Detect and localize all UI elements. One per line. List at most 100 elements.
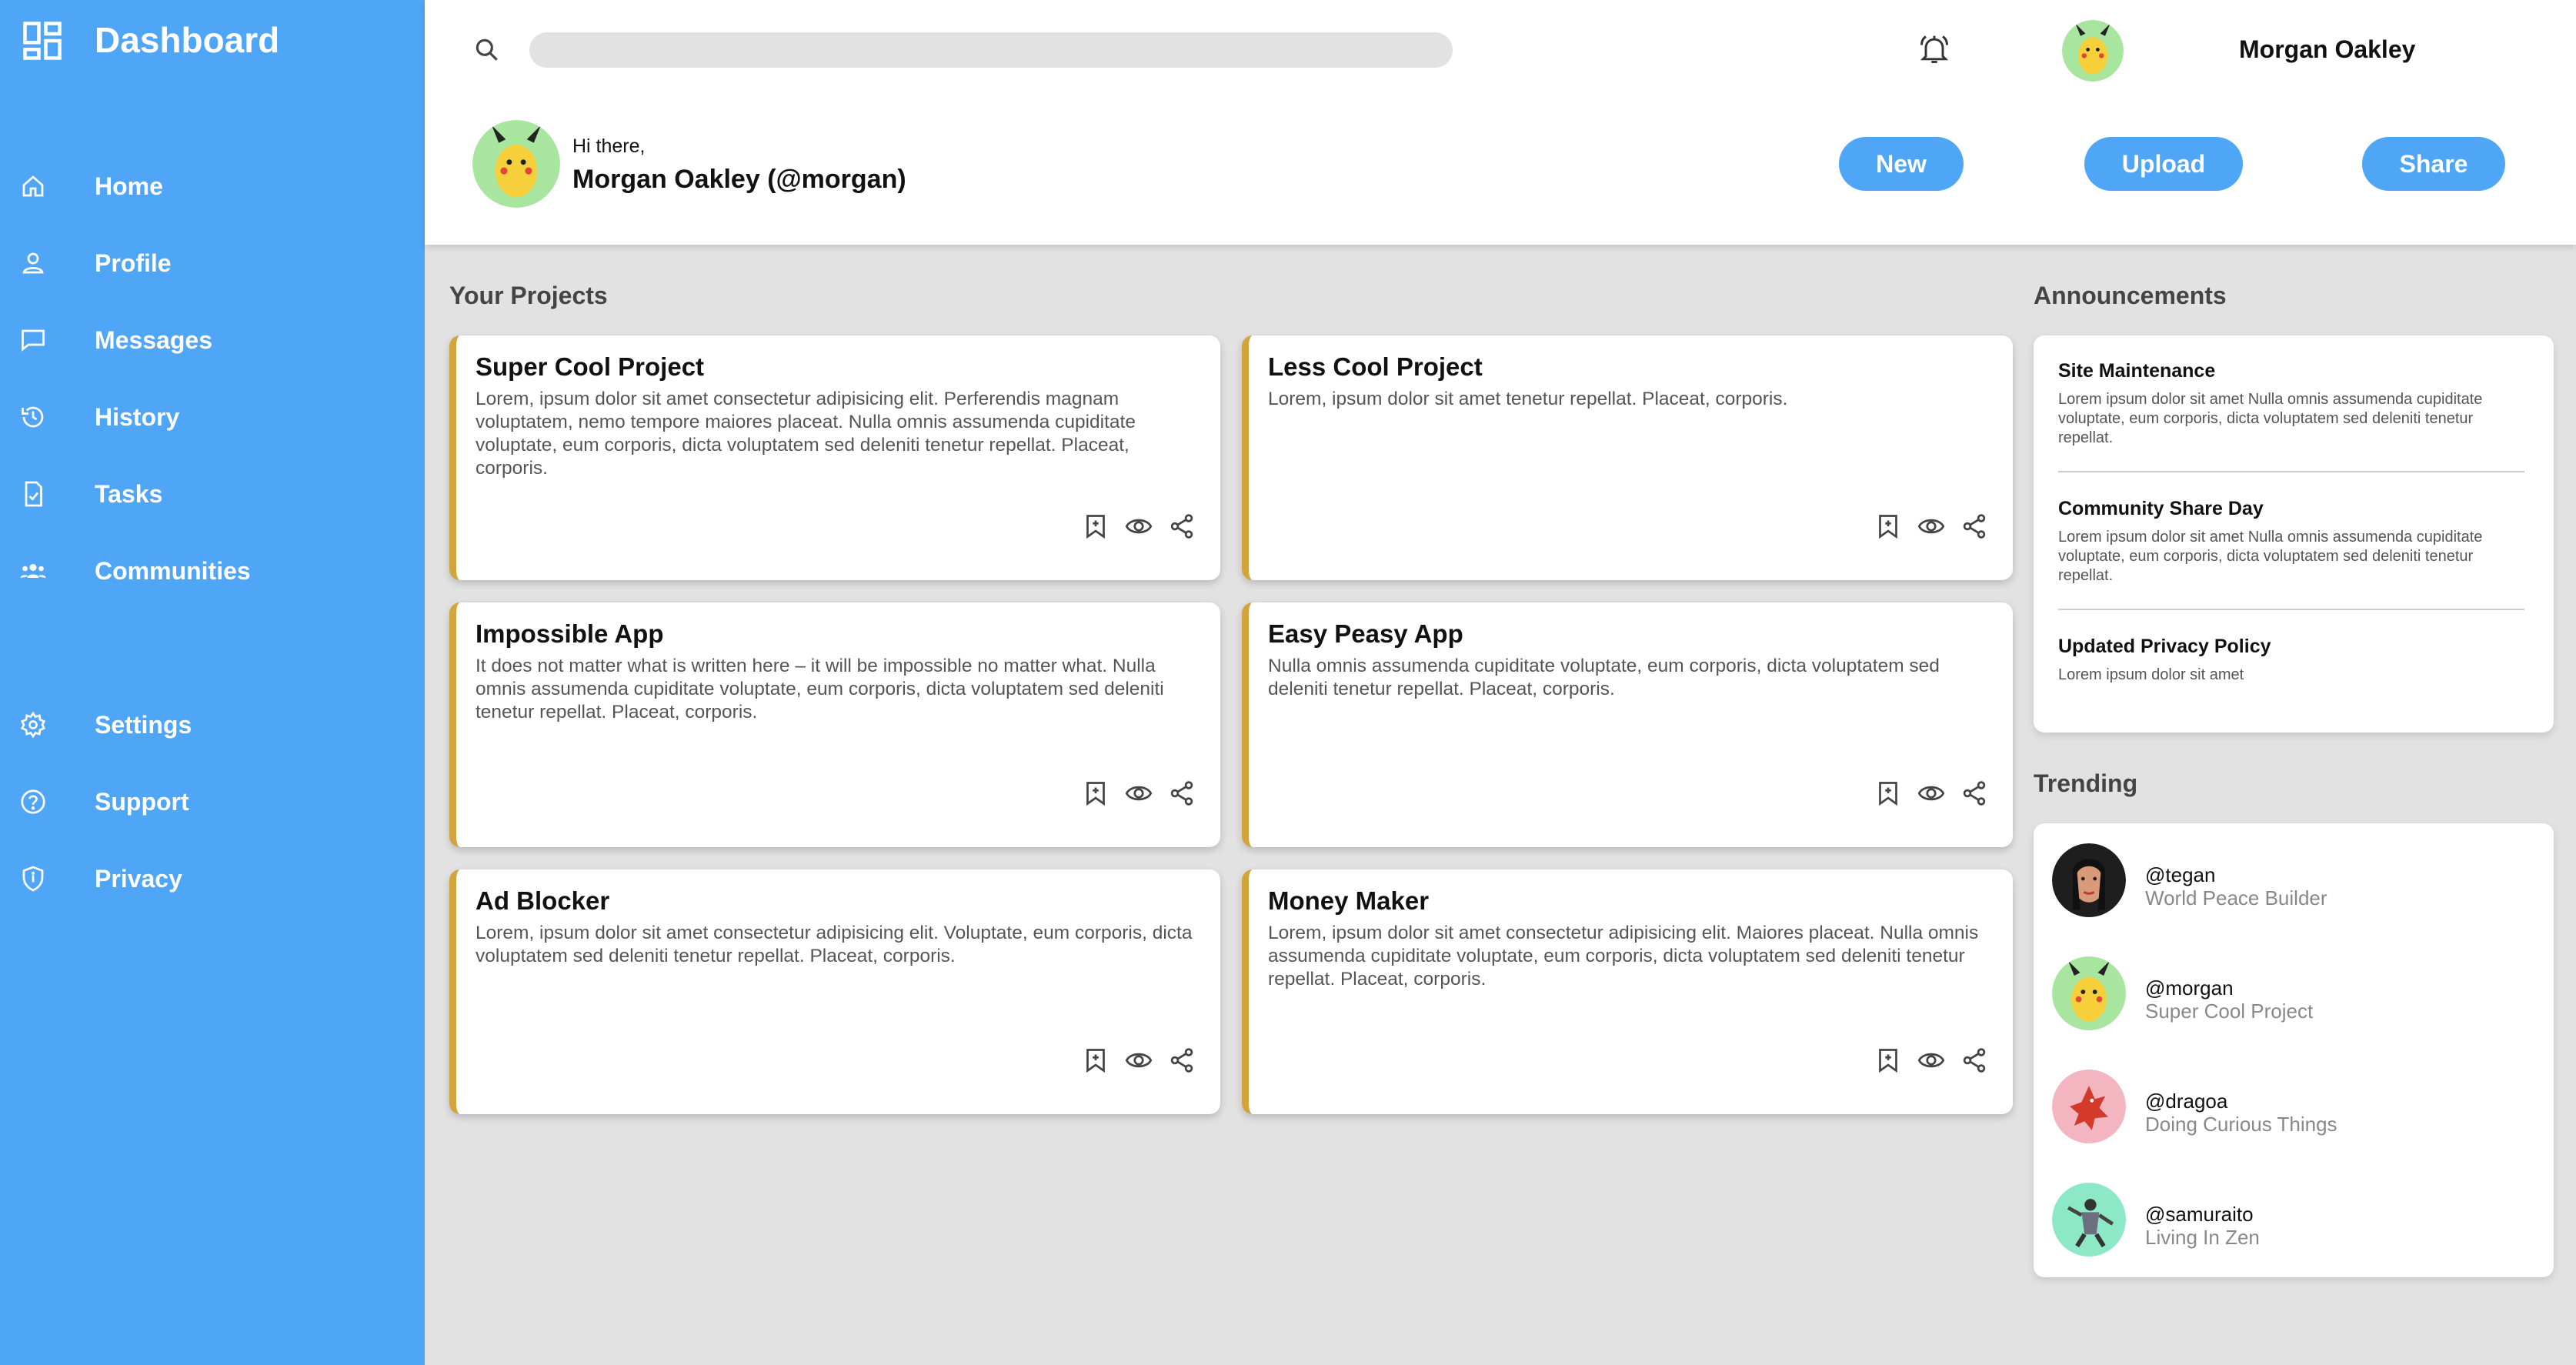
avatar xyxy=(2052,843,2126,917)
new-button[interactable]: New xyxy=(1839,137,1964,191)
bookmark-icon[interactable] xyxy=(1874,512,1902,540)
trending-handle: @samuraito xyxy=(2145,1203,2254,1226)
project-card[interactable]: Easy Peasy App Nulla omnis assumenda cup… xyxy=(1242,602,2013,847)
project-card[interactable]: Money Maker Lorem, ipsum dolor sit amet … xyxy=(1242,869,2013,1114)
trending-item[interactable]: @morgan Super Cool Project xyxy=(2052,953,2537,1030)
dashboard-icon xyxy=(23,22,62,60)
share-icon[interactable] xyxy=(1168,779,1196,807)
sidebar-item-communities[interactable]: Communities xyxy=(0,540,425,602)
eye-icon[interactable] xyxy=(1125,512,1153,540)
bookmark-icon[interactable] xyxy=(1082,779,1109,807)
profile-icon xyxy=(17,247,49,279)
announcement-item[interactable]: Updated Privacy Policy Lorem ipsum dolor… xyxy=(2058,636,2524,685)
trending-item[interactable]: @dragoa Doing Curious Things xyxy=(2052,1066,2537,1143)
bookmark-icon[interactable] xyxy=(1874,779,1902,807)
sidebar-item-label: Home xyxy=(95,172,163,200)
project-card[interactable]: Super Cool Project Lorem, ipsum dolor si… xyxy=(449,335,1220,580)
upload-button[interactable]: Upload xyxy=(2084,137,2243,191)
sidebar-item-messages[interactable]: Messages xyxy=(0,309,425,371)
project-description: Nulla omnis assumenda cupiditate volupta… xyxy=(1268,656,1940,699)
announcement-text: Lorem ipsum dolor sit amet xyxy=(2058,666,2244,683)
eye-icon[interactable] xyxy=(1917,1046,1945,1074)
announcement-item[interactable]: Site Maintenance Lorem ipsum dolor sit a… xyxy=(2058,360,2524,448)
project-description: Lorem, ipsum dolor sit amet consectetur … xyxy=(1268,923,1979,990)
sidebar-item-label: Privacy xyxy=(95,864,182,893)
trending-handle: @morgan xyxy=(2145,976,2234,1000)
trending-item[interactable]: @tegan World Peace Builder xyxy=(2052,840,2537,917)
search-input[interactable] xyxy=(529,32,1453,68)
eye-icon[interactable] xyxy=(1125,1046,1153,1074)
divider xyxy=(2058,471,2524,472)
trending-item[interactable]: @samuraito Living In Zen xyxy=(2052,1180,2537,1257)
divider xyxy=(2058,609,2524,610)
project-card[interactable]: Impossible App It does not matter what i… xyxy=(449,602,1220,847)
trending-subtitle: Doing Curious Things xyxy=(2145,1113,2337,1136)
trending-handle: @dragoa xyxy=(2145,1090,2228,1113)
bookmark-icon[interactable] xyxy=(1082,512,1109,540)
eye-icon[interactable] xyxy=(1125,779,1153,807)
project-description: Lorem, ipsum dolor sit amet tenetur repe… xyxy=(1268,389,1788,409)
shield-icon xyxy=(17,863,49,895)
announcements-panel: Site Maintenance Lorem ipsum dolor sit a… xyxy=(2034,335,2554,733)
brand[interactable]: Dashboard xyxy=(22,20,279,62)
announcement-title: Site Maintenance xyxy=(2058,360,2216,382)
project-title: Impossible App xyxy=(475,619,664,648)
share-icon[interactable] xyxy=(1960,779,1988,807)
sidebar-item-support[interactable]: Support xyxy=(0,771,425,833)
sidebar-item-settings[interactable]: Settings xyxy=(0,694,425,756)
share-button[interactable]: Share xyxy=(2362,137,2505,191)
share-icon[interactable] xyxy=(1168,1046,1196,1074)
trending-subtitle: Living In Zen xyxy=(2145,1226,2260,1249)
eye-icon[interactable] xyxy=(1917,779,1945,807)
project-title: Super Cool Project xyxy=(475,352,705,381)
sidebar-item-label: History xyxy=(95,402,180,431)
sidebar-item-history[interactable]: History xyxy=(0,386,425,448)
home-icon xyxy=(17,170,49,202)
help-icon xyxy=(17,786,49,818)
eye-icon[interactable] xyxy=(1917,512,1945,540)
project-actions xyxy=(1874,779,1988,807)
app-title: Dashboard xyxy=(95,20,280,60)
announcement-text: Lorem ipsum dolor sit amet Nulla omnis a… xyxy=(2058,391,2483,446)
user-avatar[interactable] xyxy=(2062,20,2124,82)
project-card[interactable]: Ad Blocker Lorem, ipsum dolor sit amet c… xyxy=(449,869,1220,1114)
communities-icon xyxy=(17,555,49,587)
sidebar-item-label: Profile xyxy=(95,249,172,277)
avatar xyxy=(2052,1070,2126,1143)
project-actions xyxy=(1874,1046,1988,1074)
sidebar-item-privacy[interactable]: Privacy xyxy=(0,848,425,909)
share-icon[interactable] xyxy=(1168,512,1196,540)
share-icon[interactable] xyxy=(1960,512,1988,540)
trending-title: Trending xyxy=(2034,769,2138,797)
bookmark-icon[interactable] xyxy=(1874,1046,1902,1074)
project-description: It does not matter what is written here … xyxy=(475,656,1164,723)
announcement-item[interactable]: Community Share Day Lorem ipsum dolor si… xyxy=(2058,498,2524,586)
gear-icon xyxy=(17,709,49,741)
announcements-title: Announcements xyxy=(2034,282,2227,309)
tasks-icon xyxy=(17,478,49,510)
avatar xyxy=(2052,1183,2126,1257)
notification-bell-icon[interactable] xyxy=(1917,32,1951,66)
project-title: Ad Blocker xyxy=(475,886,610,915)
search-icon[interactable] xyxy=(472,35,502,65)
announcement-text: Lorem ipsum dolor sit amet Nulla omnis a… xyxy=(2058,529,2483,584)
sidebar-item-profile[interactable]: Profile xyxy=(0,232,425,294)
trending-handle: @tegan xyxy=(2145,863,2216,886)
project-actions xyxy=(1082,1046,1196,1074)
project-card[interactable]: Less Cool Project Lorem, ipsum dolor sit… xyxy=(1242,335,2013,580)
bookmark-icon[interactable] xyxy=(1082,1046,1109,1074)
trending-panel: @tegan World Peace Builder @morgan Super… xyxy=(2034,823,2554,1277)
sidebar: Dashboard Home Profile Messages History … xyxy=(0,0,425,1365)
project-description: Lorem, ipsum dolor sit amet consectetur … xyxy=(475,923,1193,966)
project-title: Money Maker xyxy=(1268,886,1430,915)
announcement-title: Updated Privacy Policy xyxy=(2058,636,2271,657)
project-title: Less Cool Project xyxy=(1268,352,1483,381)
announcement-title: Community Share Day xyxy=(2058,498,2264,519)
sidebar-item-label: Support xyxy=(95,787,189,816)
share-icon[interactable] xyxy=(1960,1046,1988,1074)
project-title: Easy Peasy App xyxy=(1268,619,1463,648)
sidebar-item-tasks[interactable]: Tasks xyxy=(0,463,425,525)
sidebar-item-label: Tasks xyxy=(95,479,163,508)
sidebar-item-home[interactable]: Home xyxy=(0,155,425,217)
history-icon xyxy=(17,401,49,433)
